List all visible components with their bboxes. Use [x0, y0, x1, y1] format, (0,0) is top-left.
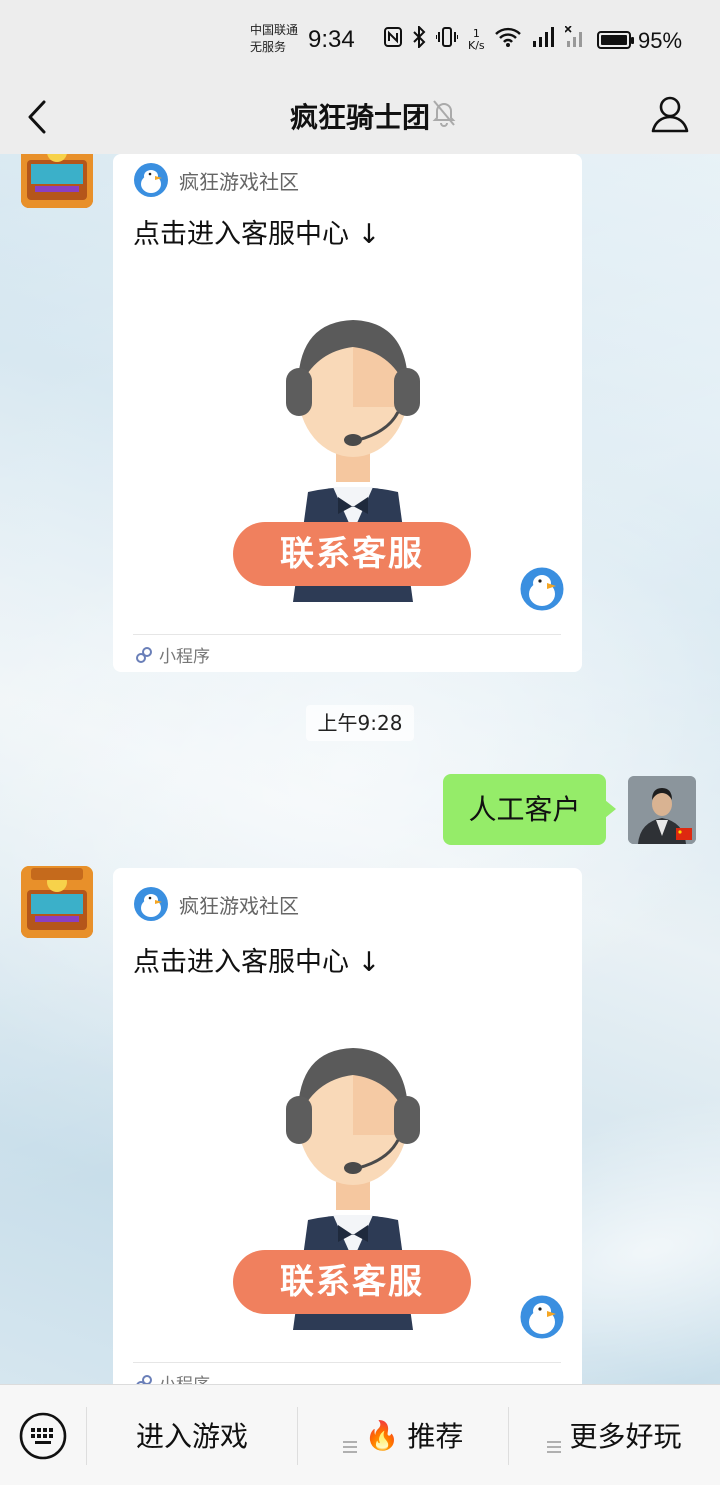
vibrate-icon	[435, 27, 459, 52]
card-footer-label: 小程序	[159, 647, 210, 667]
goose-badge-icon	[517, 1292, 567, 1342]
keyboard-icon[interactable]	[18, 1411, 68, 1461]
mini-program-card[interactable]: 疯狂游戏社区 点击进入客服中心 ↓ 联系客服	[113, 154, 582, 672]
carrier-info: 中国联通 无服务	[250, 22, 298, 56]
card-footer: 小程序	[135, 642, 210, 667]
message-list[interactable]: 疯狂游戏社区 点击进入客服中心 ↓ 联系客服 小程序 上午9:28 人工客户 疯…	[0, 154, 720, 1384]
card-title: 点击进入客服中心 ↓	[133, 219, 381, 250]
goose-logo-icon	[133, 162, 169, 198]
wifi-icon	[494, 27, 521, 52]
battery-icon	[596, 30, 634, 49]
nfc-icon	[384, 27, 402, 52]
submenu-icon	[342, 1428, 357, 1453]
chat-header: 疯狂骑士团	[0, 80, 720, 154]
menu-more-fun-label: 更多好玩	[569, 1420, 682, 1453]
bluetooth-icon	[412, 24, 426, 53]
status-bar: 中国联通 无服务 9:34 1 K/s 95%	[0, 0, 720, 80]
signal-icon	[531, 26, 555, 53]
outgoing-message-bubble[interactable]: 人工客户	[443, 774, 616, 845]
battery-percent: 95%	[638, 28, 683, 53]
mini-program-card[interactable]: 疯狂游戏社区 点击进入客服中心 ↓ 联系客服	[113, 868, 582, 1384]
status-icons: 1 K/s	[384, 24, 634, 53]
card-divider	[133, 1362, 561, 1363]
speed-unit: K/s	[468, 38, 485, 52]
menu-recommend[interactable]: 🔥 推荐	[298, 1385, 508, 1485]
card-header: 疯狂游戏社区	[133, 886, 299, 922]
user-avatar[interactable]	[628, 776, 696, 844]
chat-title: 疯狂骑士团	[289, 101, 430, 134]
fire-icon: 🔥	[364, 1418, 400, 1452]
card-source-name: 疯狂游戏社区	[179, 169, 299, 194]
card-header: 疯狂游戏社区	[133, 162, 299, 198]
goose-logo-icon	[133, 886, 169, 922]
card-source-name: 疯狂游戏社区	[179, 893, 299, 918]
carrier-name: 中国联通	[250, 23, 299, 37]
card-footer: 小程序	[135, 1370, 210, 1384]
speed-value: 1	[472, 26, 480, 40]
carrier-service: 无服务	[250, 40, 287, 54]
submenu-icon	[547, 1428, 562, 1453]
bottom-menu-bar: 进入游戏 🔥 推荐 更多好玩	[0, 1384, 720, 1485]
bot-avatar[interactable]	[21, 154, 93, 208]
menu-recommend-label: 推荐	[407, 1420, 464, 1453]
card-title: 点击进入客服中心 ↓	[133, 947, 381, 978]
goose-badge-icon	[517, 564, 567, 614]
status-time: 9:34	[308, 26, 355, 53]
mini-program-icon	[135, 1374, 153, 1384]
contact-service-button[interactable]: 联系客服	[233, 1250, 471, 1314]
bot-avatar[interactable]	[21, 866, 93, 938]
mute-notification-icon	[432, 99, 456, 127]
signal-icon-secondary	[564, 25, 587, 53]
card-divider	[133, 634, 561, 635]
contact-service-button[interactable]: 联系客服	[233, 522, 471, 586]
message-timestamp: 上午9:28	[306, 705, 414, 741]
menu-enter-game-label: 进入游戏	[135, 1420, 248, 1453]
card-footer-label: 小程序	[159, 1370, 210, 1384]
chat-title-container: 疯狂骑士团	[0, 96, 720, 136]
network-speed: 1 K/s	[468, 26, 485, 52]
profile-icon[interactable]	[650, 94, 690, 134]
menu-more-fun[interactable]: 更多好玩	[509, 1385, 720, 1485]
mini-program-icon	[135, 646, 153, 664]
menu-enter-game[interactable]: 进入游戏	[87, 1385, 297, 1485]
